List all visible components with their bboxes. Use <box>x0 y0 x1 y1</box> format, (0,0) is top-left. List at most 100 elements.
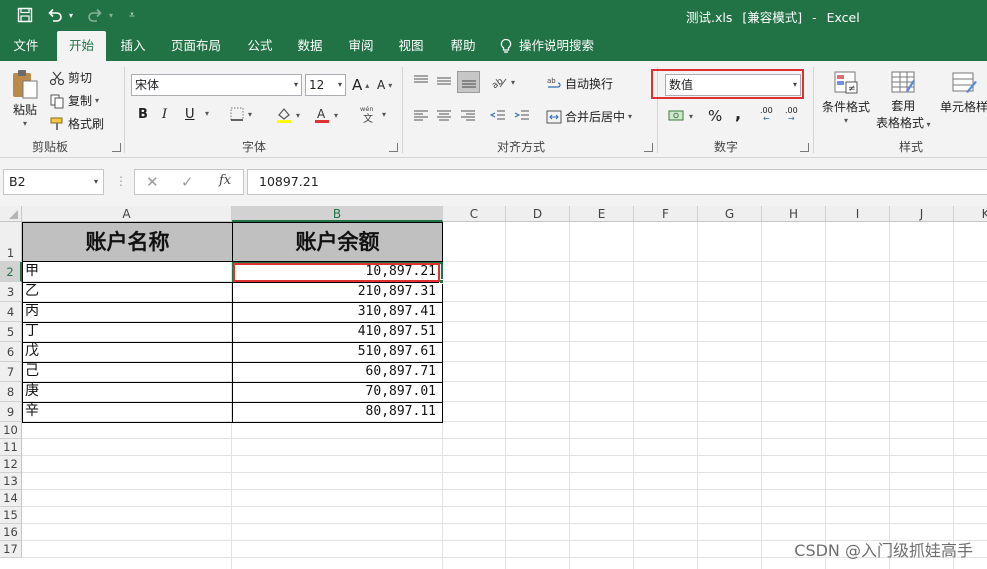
redo-icon[interactable] <box>84 5 106 25</box>
cell-b9[interactable]: 80,897.11 <box>232 402 443 423</box>
tab-help[interactable]: 帮助 <box>441 31 485 61</box>
decrease-indent-button[interactable] <box>489 108 507 124</box>
font-size-dropdown-icon[interactable]: ▾ <box>338 75 342 95</box>
name-box-dropdown-icon[interactable]: ▾ <box>94 170 98 194</box>
save-icon[interactable] <box>14 5 36 25</box>
copy-button[interactable]: 复制 ▾ <box>49 92 99 109</box>
percent-style-button[interactable]: % <box>708 107 722 125</box>
align-middle-button[interactable] <box>435 73 453 89</box>
cell-b7[interactable]: 60,897.71 <box>232 362 443 383</box>
row-header-14[interactable]: 14 <box>0 490 22 507</box>
row-header-2[interactable]: 2 <box>0 262 22 282</box>
font-family-dropdown-icon[interactable]: ▾ <box>294 75 298 95</box>
column-header-h[interactable]: H <box>762 206 826 222</box>
cell-b5[interactable]: 410,897.51 <box>232 322 443 343</box>
grow-font-button[interactable]: A ▴ <box>352 76 369 94</box>
row-header-1[interactable]: 1 <box>0 222 22 262</box>
align-bottom-button[interactable] <box>457 71 480 93</box>
cell-a6[interactable]: 戊 <box>22 342 233 363</box>
orientation-button[interactable]: ab ▾ <box>490 74 515 90</box>
cell-styles-button[interactable]: 单元格样 <box>940 69 987 115</box>
tab-page-layout[interactable]: 页面布局 <box>163 31 229 61</box>
row-header-12[interactable]: 12 <box>0 456 22 473</box>
tell-me-search[interactable]: 操作说明搜索 <box>499 31 609 61</box>
increase-decimal-button[interactable]: .00 ← <box>760 107 773 123</box>
cell-a8[interactable]: 庚 <box>22 382 233 403</box>
cell-b1[interactable]: 账户余额 <box>232 222 443 262</box>
row-header-8[interactable]: 8 <box>0 382 22 402</box>
conditional-formatting-button[interactable]: ≠ 条件格式 ▾ <box>822 69 870 125</box>
column-header-e[interactable]: E <box>570 206 634 222</box>
column-header-f[interactable]: F <box>634 206 698 222</box>
increase-indent-button[interactable] <box>513 108 531 124</box>
align-right-button[interactable] <box>459 108 477 124</box>
borders-button[interactable]: ▾ <box>229 106 252 122</box>
cell-a3[interactable]: 乙 <box>22 282 233 303</box>
column-header-a[interactable]: A <box>22 206 232 222</box>
align-center-button[interactable] <box>435 108 453 124</box>
formula-input[interactable]: 10897.21 <box>247 169 987 195</box>
column-header-k[interactable]: K <box>954 206 987 222</box>
format-as-table-button[interactable]: 套用 表格格式 ▾ <box>876 69 931 131</box>
alignment-launcher-icon[interactable] <box>644 143 653 152</box>
bold-button[interactable]: B <box>138 107 148 122</box>
row-header-10[interactable]: 10 <box>0 422 22 439</box>
column-header-c[interactable]: C <box>443 206 506 222</box>
cell-a4[interactable]: 丙 <box>22 302 233 323</box>
column-header-i[interactable]: I <box>826 206 890 222</box>
column-header-g[interactable]: G <box>698 206 762 222</box>
underline-dropdown-icon[interactable]: ▾ <box>205 109 209 118</box>
tab-view[interactable]: 视图 <box>389 31 433 61</box>
cell-b4[interactable]: 310,897.41 <box>232 302 443 323</box>
font-launcher-icon[interactable] <box>389 143 398 152</box>
tab-data[interactable]: 数据 <box>288 31 332 61</box>
cell-b3[interactable]: 210,897.31 <box>232 282 443 303</box>
row-header-4[interactable]: 4 <box>0 302 22 322</box>
cancel-icon[interactable]: ✕ <box>146 173 159 191</box>
row-header-17[interactable]: 17 <box>0 541 22 558</box>
font-family-combo[interactable]: 宋体 ▾ <box>131 74 302 96</box>
name-box[interactable]: B2 ▾ <box>3 169 104 195</box>
tab-review[interactable]: 审阅 <box>339 31 383 61</box>
decrease-decimal-button[interactable]: .00 → <box>785 107 798 123</box>
paste-button[interactable]: 粘贴 ▾ <box>10 68 40 128</box>
align-top-button[interactable] <box>412 73 430 89</box>
row-header-6[interactable]: 6 <box>0 342 22 362</box>
redo-dropdown-icon[interactable]: ▾ <box>106 5 116 25</box>
column-header-b[interactable]: B <box>232 206 443 222</box>
phonetic-button[interactable]: wén 文 ▾ <box>359 104 386 124</box>
cell-a2[interactable]: 甲 <box>22 262 233 283</box>
tab-home[interactable]: 开始 <box>57 31 106 61</box>
row-header-15[interactable]: 15 <box>0 507 22 524</box>
undo-dropdown-icon[interactable]: ▾ <box>66 5 76 25</box>
row-header-11[interactable]: 11 <box>0 439 22 456</box>
cell-a7[interactable]: 己 <box>22 362 233 383</box>
fill-color-button[interactable]: ▾ <box>275 106 300 124</box>
underline-button[interactable]: U <box>185 107 195 122</box>
align-left-button[interactable] <box>412 108 430 124</box>
column-header-j[interactable]: J <box>890 206 954 222</box>
tab-formulas[interactable]: 公式 <box>238 31 282 61</box>
formula-bar-grip-icon[interactable]: ⋮ <box>115 174 127 188</box>
format-painter-button[interactable]: 格式刷 <box>49 115 104 132</box>
row-header-16[interactable]: 16 <box>0 524 22 541</box>
font-color-button[interactable]: A ▾ <box>313 106 338 124</box>
tab-insert[interactable]: 插入 <box>111 31 155 61</box>
row-header-5[interactable]: 5 <box>0 322 22 342</box>
cell-b6[interactable]: 510,897.61 <box>232 342 443 363</box>
row-header-3[interactable]: 3 <box>0 282 22 302</box>
cell-a1[interactable]: 账户名称 <box>22 222 233 262</box>
clipboard-launcher-icon[interactable] <box>112 143 121 152</box>
tab-file[interactable]: 文件 <box>3 31 49 61</box>
row-header-7[interactable]: 7 <box>0 362 22 382</box>
comma-style-button[interactable]: , <box>735 104 741 123</box>
merge-center-button[interactable]: 合并后居中 ▾ <box>546 108 632 125</box>
cell-a5[interactable]: 丁 <box>22 322 233 343</box>
insert-function-icon[interactable]: fx <box>219 173 231 188</box>
font-size-combo[interactable]: 12 ▾ <box>305 74 346 96</box>
cell-a9[interactable]: 辛 <box>22 402 233 423</box>
accounting-format-button[interactable]: ▾ <box>668 108 693 124</box>
enter-check-icon[interactable]: ✓ <box>181 173 194 191</box>
shrink-font-button[interactable]: A ▾ <box>377 78 392 92</box>
cell-b8[interactable]: 70,897.01 <box>232 382 443 403</box>
